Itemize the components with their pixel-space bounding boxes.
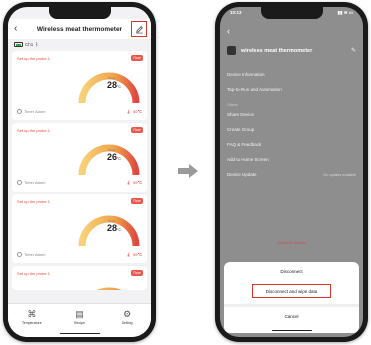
disconnect-action-sheet: Disconnect Disconnect and wipe data Canc… [224, 262, 359, 333]
probe-card[interactable]: Set up the probe 1 Rare Temp 28°C Timer … [12, 194, 147, 263]
status-time: 10:13 [230, 10, 242, 15]
thermometer-icon: 🌡︎ [125, 108, 132, 114]
sheet-title: Disconnect [280, 269, 303, 274]
page-title: Wireless meat thermometer [36, 25, 123, 33]
clock-icon [17, 108, 22, 114]
back-icon[interactable]: ‹ [14, 23, 17, 34]
probe-label[interactable]: Set up the probe 1 [17, 199, 50, 204]
recipe-icon: ▤ [75, 309, 84, 319]
probe-card[interactable]: Set up the probe 1 Rare Temp 26°C Timer … [12, 122, 147, 192]
doneness-badge: Rare [131, 126, 143, 133]
signal-icons: ▮▮ ≋ ▭ [337, 10, 353, 15]
remove-device-link[interactable]: Remove Device [220, 240, 363, 245]
menu-item-device-information[interactable]: Device Information [227, 67, 356, 82]
tab-label: Temperature [22, 321, 42, 325]
target-temp: 🌡︎ 55℃ [125, 180, 142, 185]
menu-item-device-update[interactable]: Device Update No updates available [227, 167, 356, 182]
top-nav-bar: ‹ Wireless meat thermometer [8, 19, 151, 39]
card-footer: Timer Alarm 🌡︎ 55℃ [17, 179, 142, 187]
divider [224, 304, 359, 307]
thermometer-icon: 🌡︎ [125, 180, 132, 185]
menu-item-share-device[interactable]: Share Device [227, 107, 356, 122]
settings-menu: Device Information Tap-to-Run and Automa… [227, 67, 356, 182]
edit-button[interactable] [131, 21, 147, 37]
disconnect-wipe-button[interactable]: Disconnect and wipe data [252, 284, 331, 298]
battery-text: Ch1 [25, 42, 34, 47]
device-icon [227, 46, 236, 55]
probe-card[interactable]: Set up the probe 1 Rare Temp 28°C Timer … [12, 51, 147, 120]
chart-icon: ⌘ [27, 309, 37, 319]
device-header: wireless meat thermometer ✎ [227, 46, 356, 55]
bluetooth-icon: ᛒ [35, 41, 39, 48]
menu-item-faq[interactable]: FAQ & Feedback [227, 137, 356, 152]
temp-value: 28°C [107, 80, 121, 90]
phone-notch [48, 7, 111, 19]
pencil-icon [135, 25, 143, 33]
clock-icon [17, 180, 22, 185]
tab-label: Recipe [74, 321, 85, 325]
probe-label[interactable]: Set up the probe 1 [17, 128, 50, 133]
doneness-badge: Rare [131, 55, 143, 61]
probe-label[interactable]: Set up the probe 1 [17, 271, 50, 276]
temp-value: 28°C [107, 223, 121, 233]
doneness-badge: Rare [131, 269, 143, 276]
temp-value: 26°C [107, 151, 121, 162]
home-indicator [271, 329, 312, 331]
target-temp: 🌡︎ 55℃ [125, 251, 142, 257]
probe-card-list: Set up the probe 1 Rare Temp 28°C Timer … [12, 51, 147, 292]
card-footer: Timer Alarm 🌡︎ 55℃ [17, 250, 142, 258]
right-screen: 10:13 ▮▮ ≋ ▭ ‹ wireless meat thermometer… [220, 7, 363, 337]
tab-recipe[interactable]: ▤ Recipe [59, 309, 99, 325]
timer-alarm[interactable]: Timer Alarm [17, 108, 45, 114]
battery-icon [14, 42, 23, 47]
probe-label[interactable]: Set up the probe 1 [17, 56, 50, 61]
menu-item-add-home-screen[interactable]: Add to Home Screen [227, 152, 356, 167]
thermometer-icon: 🌡︎ [125, 251, 132, 257]
update-status: No updates available [323, 172, 356, 177]
probe-card[interactable]: Set up the probe 1 Rare [12, 265, 147, 290]
menu-item-automation[interactable]: Tap-to-Run and Automation [227, 82, 356, 97]
tab-setting[interactable]: ⚙ Setting [107, 309, 147, 325]
left-phone: ‹ Wireless meat thermometer Ch1 ᛒ Set up… [3, 2, 156, 342]
card-footer: Timer Alarm 🌡︎ 55℃ [17, 107, 142, 115]
device-name: wireless meat thermometer [241, 47, 313, 54]
home-indicator [59, 332, 100, 334]
phone-notch [260, 7, 323, 19]
doneness-badge: Rare [131, 198, 143, 204]
tab-temperature[interactable]: ⌘ Temperature [12, 309, 52, 325]
target-temp: 🌡︎ 55℃ [125, 108, 142, 114]
timer-alarm[interactable]: Timer Alarm [17, 180, 45, 185]
gear-icon: ⚙ [123, 309, 132, 319]
timer-alarm[interactable]: Timer Alarm [17, 251, 45, 257]
menu-item-create-group[interactable]: Create Group [227, 122, 356, 137]
back-icon[interactable]: ‹ [227, 26, 230, 36]
cancel-button[interactable]: Cancel [224, 314, 359, 319]
temperature-gauge [97, 287, 121, 290]
tab-label: Setting [121, 321, 133, 325]
menu-section-header: Others [227, 103, 238, 107]
arrow-right-icon [178, 164, 198, 178]
pencil-icon[interactable]: ✎ [351, 47, 356, 54]
left-screen: ‹ Wireless meat thermometer Ch1 ᛒ Set up… [8, 7, 151, 337]
device-status: Ch1 ᛒ [14, 40, 38, 49]
clock-icon [17, 251, 22, 257]
right-phone: 10:13 ▮▮ ≋ ▭ ‹ wireless meat thermometer… [215, 2, 368, 342]
